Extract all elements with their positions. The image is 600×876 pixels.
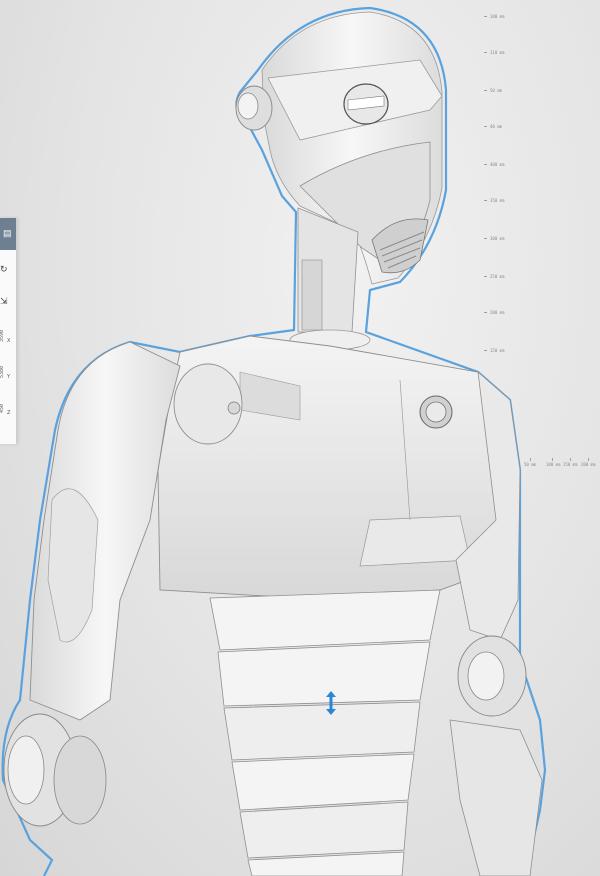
ruler-label: 200 mm [490, 310, 505, 315]
robot-abdomen [209, 589, 441, 876]
x-value-field[interactable]: 3590 [0, 330, 5, 342]
3d-viewport[interactable]: 100 mm 110 mm 50 mm 40 mm 400 mm 350 mm … [0, 0, 600, 876]
ruler-label: 50 mm [524, 462, 537, 467]
ruler-label: 150 mm [563, 462, 578, 467]
axis-z-label: Z [7, 410, 11, 416]
axis-y-label: Y [7, 374, 11, 380]
ruler-label: 200 mm [581, 462, 596, 467]
vertical-move-arrow-icon [326, 691, 336, 715]
ruler-label: 110 mm [490, 50, 505, 55]
robot-model[interactable] [0, 0, 600, 876]
ruler-label: 350 mm [490, 198, 505, 203]
cube-icon: ▤ [3, 228, 12, 238]
panel-header[interactable]: ▤ [0, 218, 16, 250]
z-value-field[interactable]: 450 [0, 404, 5, 413]
resize-icon[interactable]: ⇲ [0, 296, 8, 307]
ruler-label: 40 mm [490, 124, 503, 129]
rotate-icon[interactable]: ↻ [0, 264, 8, 275]
ruler-label: 150 mm [490, 348, 505, 353]
ruler-label: 100 mm [490, 14, 505, 19]
ruler-label: 250 mm [490, 274, 505, 279]
ruler-label: 50 mm [490, 88, 503, 93]
axis-x-label: X [7, 338, 11, 344]
ruler-label: 300 mm [490, 236, 505, 241]
y-value-field[interactable]: 5380 [0, 366, 5, 378]
vertical-move-handle[interactable] [322, 688, 340, 718]
transform-panel: ▤ ↻ ⇲ X 3590 Y 5380 Z 450 [0, 218, 17, 444]
ruler-label: 400 mm [490, 162, 505, 167]
ruler-label: 100 mm [546, 462, 561, 467]
